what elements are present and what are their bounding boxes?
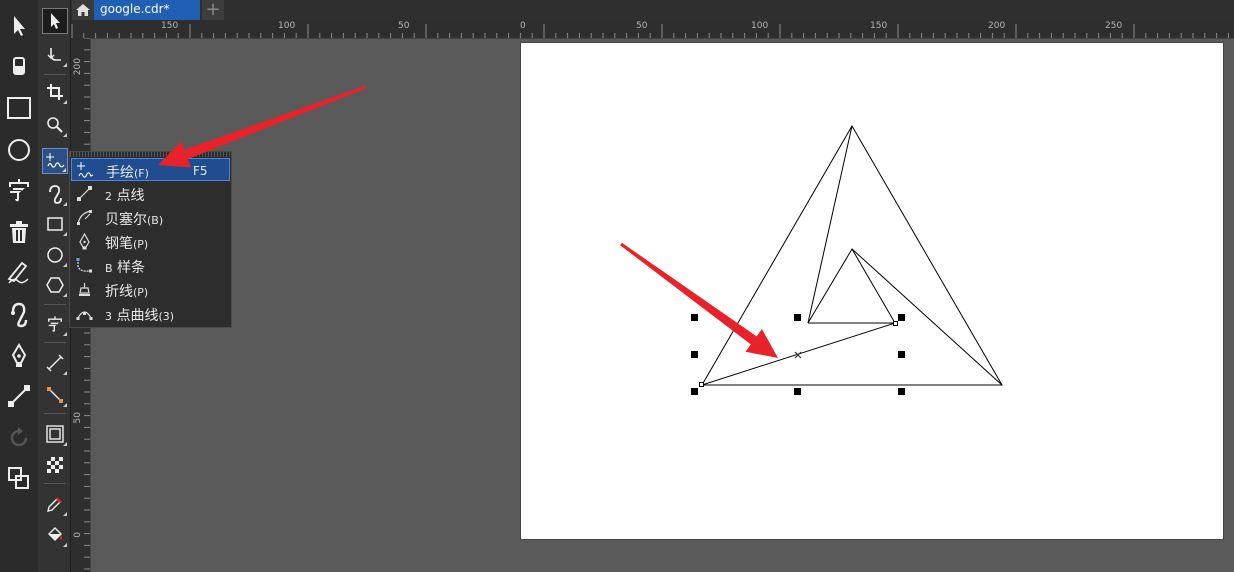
annotation-arrow — [158, 85, 367, 168]
annotation-overlay — [158, 85, 778, 358]
annotation-arrow — [620, 242, 778, 358]
